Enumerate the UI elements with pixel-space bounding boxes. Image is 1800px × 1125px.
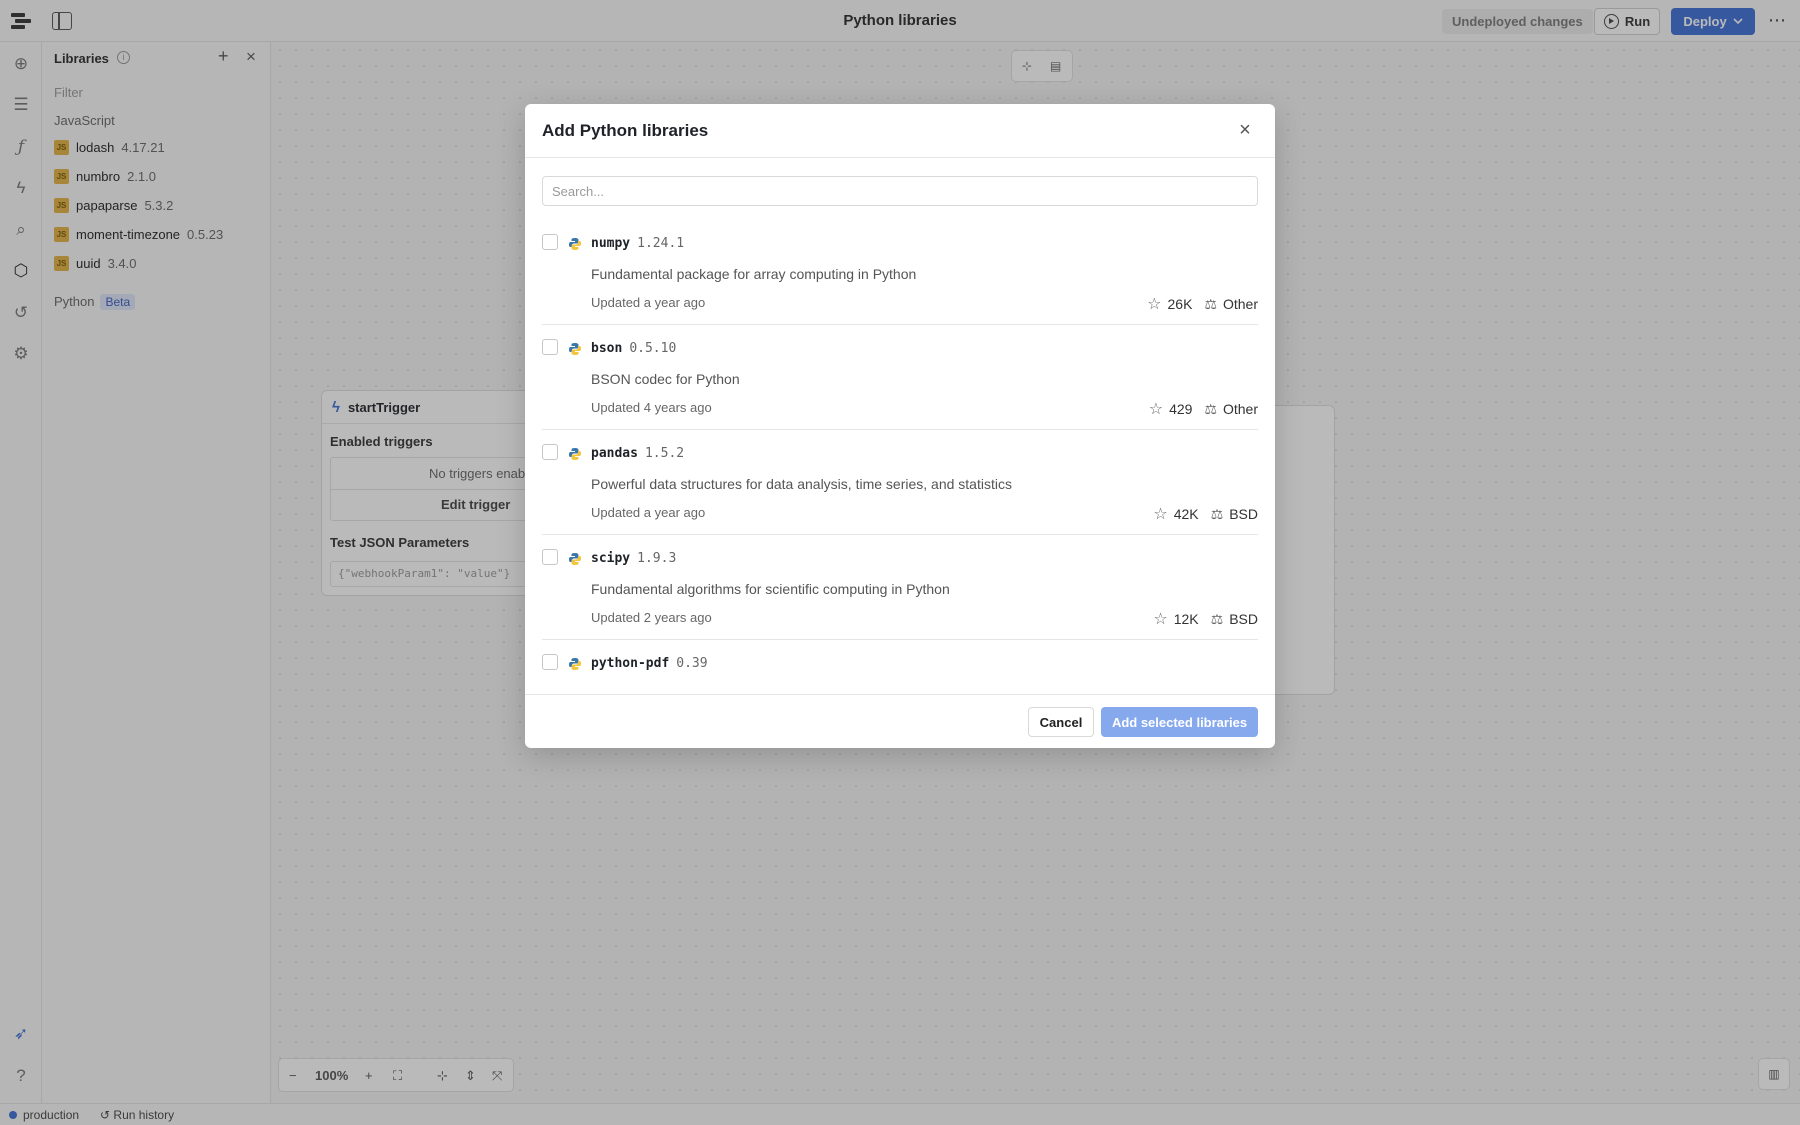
add-python-libraries-modal: Add Python libraries × numpy1.24.1 Funda… bbox=[525, 104, 1275, 748]
package-stars: 12K bbox=[1173, 611, 1199, 627]
package-row[interactable]: numpy 1.24.1 Fundamental package for arra… bbox=[542, 220, 1258, 325]
package-checkbox[interactable] bbox=[542, 234, 558, 250]
python-logo-icon bbox=[569, 343, 581, 355]
python-logo-icon bbox=[569, 238, 581, 250]
license-scale-icon: ⚖ bbox=[1210, 610, 1224, 627]
license-scale-icon: ⚖ bbox=[1204, 400, 1217, 417]
package-checkbox[interactable] bbox=[542, 339, 558, 355]
package-name: python-pdf 0.39 bbox=[591, 656, 708, 671]
package-version: 1.9.3 bbox=[637, 551, 677, 566]
star-icon: ☆ bbox=[1147, 296, 1162, 313]
package-name: pandas 1.5.2 bbox=[591, 446, 685, 461]
package-name: bson 0.5.10 bbox=[591, 341, 677, 356]
python-logo-icon bbox=[569, 658, 581, 670]
license-scale-icon: ⚖ bbox=[1210, 505, 1224, 522]
package-meta: ☆ 26K ⚖ Other bbox=[1147, 294, 1258, 314]
star-icon: ☆ bbox=[1148, 401, 1164, 418]
package-meta: ☆ 429 ⚖ Other bbox=[1149, 399, 1258, 419]
package-updated: Updated a year ago bbox=[591, 295, 706, 310]
package-license: BSD bbox=[1229, 611, 1258, 627]
package-meta: ☆ 12K ⚖ BSD bbox=[1153, 609, 1258, 629]
modal-header: Add Python libraries × bbox=[525, 104, 1275, 158]
package-checkbox[interactable] bbox=[542, 654, 558, 670]
package-version: 0.5.10 bbox=[629, 341, 677, 356]
modal-title: Add Python libraries bbox=[542, 121, 709, 140]
package-name: scipy 1.9.3 bbox=[591, 551, 677, 566]
package-license: Other bbox=[1222, 296, 1258, 312]
package-version: 1.5.2 bbox=[644, 446, 685, 461]
package-license: BSD bbox=[1229, 506, 1258, 522]
package-list[interactable]: numpy 1.24.1 Fundamental package for arra… bbox=[525, 220, 1275, 690]
package-row[interactable]: pandas 1.5.2 Powerful data structures for… bbox=[542, 430, 1258, 535]
package-license: Other bbox=[1222, 401, 1258, 417]
modal-footer: Cancel Add selected libraries bbox=[525, 694, 1275, 748]
package-updated: Updated 4 years ago bbox=[591, 400, 712, 415]
package-row[interactable]: python-pdf 0.39 bbox=[542, 640, 1258, 690]
license-scale-icon: ⚖ bbox=[1204, 295, 1217, 312]
package-updated: Updated 2 years ago bbox=[591, 610, 712, 625]
close-icon[interactable]: × bbox=[1233, 118, 1257, 142]
cancel-button[interactable]: Cancel bbox=[1028, 707, 1094, 737]
package-checkbox[interactable] bbox=[542, 444, 558, 460]
star-icon: ☆ bbox=[1153, 611, 1168, 628]
search-input[interactable] bbox=[542, 176, 1258, 206]
package-version: 1.24.1 bbox=[637, 236, 685, 251]
package-checkbox[interactable] bbox=[542, 549, 558, 565]
star-icon: ☆ bbox=[1153, 506, 1168, 523]
package-description: Powerful data structures for data analys… bbox=[591, 476, 1012, 492]
add-selected-libraries-button[interactable]: Add selected libraries bbox=[1101, 707, 1258, 737]
package-updated: Updated a year ago bbox=[591, 505, 706, 520]
python-logo-icon bbox=[569, 448, 581, 460]
package-row[interactable]: bson 0.5.10 BSON codec for Python Updated… bbox=[542, 325, 1258, 430]
package-name: numpy 1.24.1 bbox=[591, 236, 685, 251]
package-stars: 429 bbox=[1169, 401, 1193, 417]
package-description: BSON codec for Python bbox=[591, 371, 740, 387]
package-meta: ☆ 42K ⚖ BSD bbox=[1153, 504, 1258, 524]
package-row[interactable]: scipy 1.9.3 Fundamental algorithms for sc… bbox=[542, 535, 1258, 640]
python-logo-icon bbox=[569, 553, 581, 565]
package-description: Fundamental algorithms for scientific co… bbox=[591, 581, 950, 597]
package-stars: 26K bbox=[1167, 296, 1193, 312]
package-version: 0.39 bbox=[676, 656, 708, 671]
package-stars: 42K bbox=[1173, 506, 1199, 522]
package-description: Fundamental package for array computing … bbox=[591, 266, 917, 282]
